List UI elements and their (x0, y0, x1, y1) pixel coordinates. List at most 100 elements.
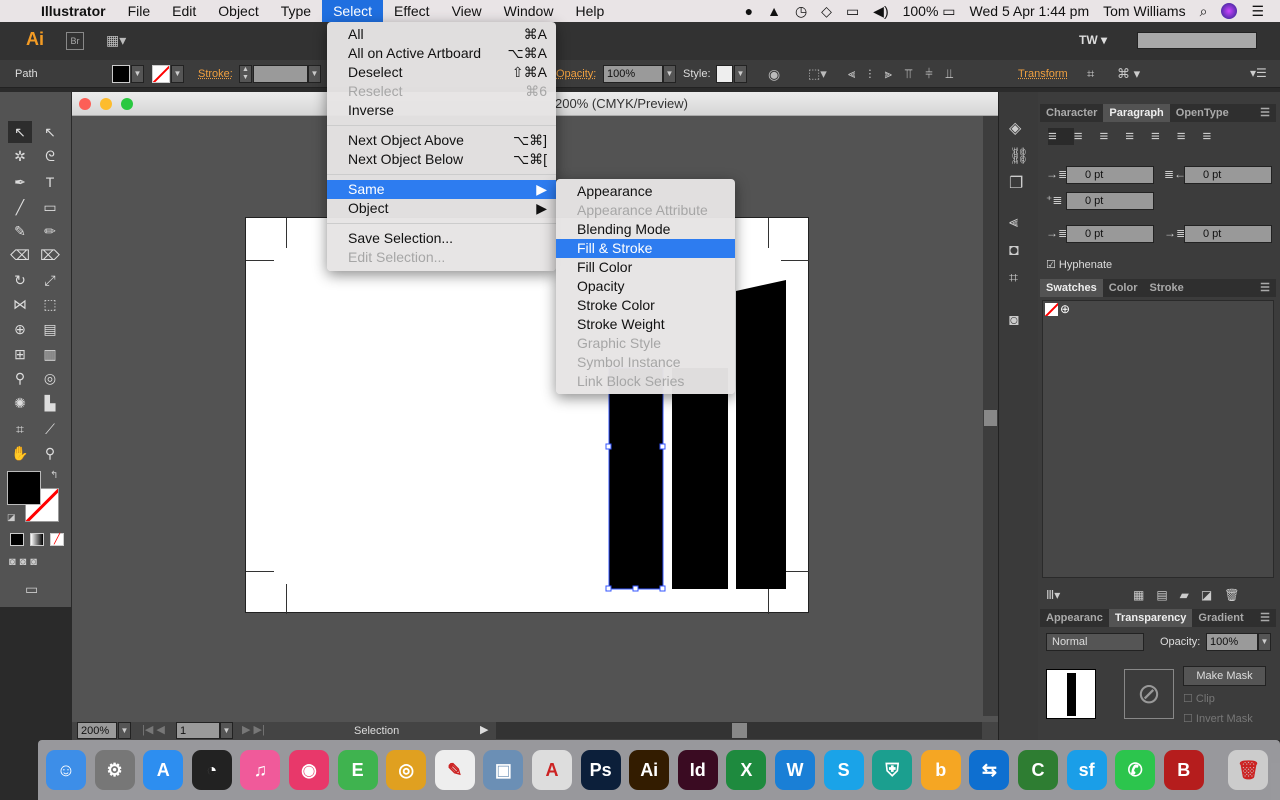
control-menu-icon[interactable]: ▾☰ (1250, 66, 1267, 80)
artboard-dropdown[interactable]: ▼ (220, 722, 233, 739)
dock-illustrator-icon[interactable]: Ai (629, 750, 670, 790)
hyphenate-checkbox[interactable]: ☑ Hyphenate (1046, 258, 1112, 271)
battery-status[interactable]: 100% ▭ (903, 3, 956, 20)
swatch-registration[interactable]: ⊕ (1060, 302, 1070, 316)
menu-select[interactable]: Select (322, 0, 384, 22)
right-indent-field[interactable]: 0 pt (1184, 166, 1272, 184)
submenu-item-fill-stroke[interactable]: Fill & Stroke (556, 239, 735, 258)
user-name[interactable]: Tom Williams (1103, 3, 1185, 19)
submenu-item-symbol-instance[interactable]: Symbol Instance (556, 353, 735, 372)
stroke-label[interactable]: Stroke: (198, 68, 233, 80)
shape-builder-tool-icon[interactable]: ⊕ (8, 318, 32, 340)
clock[interactable]: Wed 5 Apr 1:44 pm (970, 3, 1090, 19)
black-bar[interactable] (672, 368, 728, 589)
dock-system-preferences-icon[interactable]: ⚙ (94, 750, 135, 790)
zoom-tool-icon[interactable]: ⚲ (38, 442, 62, 464)
gradient-mode-icon[interactable] (30, 533, 44, 546)
tab-swatches[interactable]: Swatches (1040, 279, 1103, 297)
dock-trash-icon[interactable]: 🗑 (1228, 750, 1269, 790)
first-artboard-button[interactable]: |◀ ◀ (142, 723, 165, 736)
opacity-field[interactable]: 100% (603, 65, 663, 83)
transform-link[interactable]: Transform (1018, 68, 1068, 80)
drawing-modes-icon[interactable]: ◙◙◙ (9, 556, 41, 568)
dock-shield-icon[interactable]: ⛨ (872, 750, 913, 790)
siri-icon[interactable] (1221, 3, 1238, 19)
drive-status-icon[interactable]: ▲ (767, 3, 781, 19)
dock-indesign-icon[interactable]: Id (677, 750, 718, 790)
layers-panel-icon[interactable]: ◈ (1009, 118, 1021, 138)
dock-whatsapp-icon[interactable]: ✆ (1115, 750, 1156, 790)
blend-mode-select[interactable]: Normal (1046, 633, 1144, 651)
menu-item-object[interactable]: Object ▶ (327, 199, 556, 218)
submenu-item-appearance[interactable]: Appearance (556, 182, 735, 201)
submenu-item-graphic-style[interactable]: Graphic Style (556, 334, 735, 353)
align-to-icon[interactable]: ⬚▾ (808, 66, 827, 82)
stroke-stepper[interactable]: ▲ ▼ (239, 65, 252, 83)
dock-b-app-icon[interactable]: B (1163, 750, 1204, 790)
pathfinder-panel-icon[interactable]: ◘ (1009, 242, 1019, 260)
invert-mask-checkbox[interactable]: ☐ Invert Mask (1183, 712, 1253, 725)
submenu-item-blending-mode[interactable]: Blending Mode (556, 220, 735, 239)
paintbrush-tool-icon[interactable]: ✎ (8, 220, 32, 242)
tab-paragraph[interactable]: Paragraph (1103, 104, 1170, 122)
search-input[interactable] (1137, 32, 1257, 49)
dock-chrome-icon[interactable]: ◎ (386, 750, 427, 790)
scale-tool-icon[interactable]: ⤢ (38, 269, 62, 291)
default-colors-icon[interactable]: ◪ (7, 512, 16, 523)
close-window-button[interactable] (79, 98, 91, 110)
menu-item-inverse[interactable]: Inverse (327, 101, 556, 120)
tab-opentype[interactable]: OpenType (1170, 104, 1235, 122)
free-transform-tool-icon[interactable]: ⬚ (38, 293, 62, 315)
object-thumbnail[interactable] (1046, 669, 1096, 719)
swatch-libraries-icon[interactable]: Ⅲ▾ (1046, 588, 1060, 602)
dock-excel-x-icon[interactable]: X (726, 750, 767, 790)
pen-tool-icon[interactable]: ✒ (8, 171, 32, 193)
dock-behance-icon[interactable]: b (920, 750, 961, 790)
horizontal-scrollbar[interactable] (496, 722, 982, 739)
menu-item-edit-selection[interactable]: Edit Selection... (327, 248, 556, 267)
column-graph-tool-icon[interactable]: ▙ (38, 392, 62, 414)
swatch-actions-icons[interactable]: ▦▤▰◪🗑 (1133, 588, 1251, 602)
transform-panel-icon[interactable]: ⌗ (1009, 270, 1018, 288)
menu-item-all-on-active-artboard[interactable]: All on Active Artboard ⌥⌘A (327, 44, 556, 63)
gradient-tool-icon[interactable]: ▥ (38, 343, 62, 365)
color-mode-icon[interactable] (10, 533, 24, 546)
blend-tool-icon[interactable]: ◎ (38, 367, 62, 389)
opacity-dropdown[interactable]: ▼ (663, 65, 676, 83)
stroke-weight-dropdown[interactable]: ▼ (308, 65, 321, 83)
image-trace-panel-icon[interactable]: ◙ (1009, 312, 1019, 330)
width-tool-icon[interactable]: ⋈ (8, 293, 32, 315)
submenu-item-stroke-weight[interactable]: Stroke Weight (556, 315, 735, 334)
recolor-artwork-icon[interactable]: ◉ (768, 66, 780, 83)
transparency-opacity-dropdown[interactable]: ▼ (1258, 633, 1271, 651)
hand-tool-icon[interactable]: ✋ (8, 442, 32, 464)
dock-app-store-icon[interactable]: A (143, 750, 184, 790)
submenu-item-fill-color[interactable]: Fill Color (556, 258, 735, 277)
bridge-button[interactable]: Br (66, 32, 84, 50)
menu-type[interactable]: Type (270, 0, 322, 22)
airplay-icon[interactable]: ▭ (846, 3, 859, 20)
isolate-icon[interactable]: ⌗ (1087, 66, 1094, 82)
volume-icon[interactable]: ◀) (873, 3, 888, 20)
zoom-level-field[interactable]: 200% (77, 722, 117, 739)
links-panel-icon[interactable]: ⛓ (1009, 146, 1029, 166)
wifi-icon[interactable]: ◇ (821, 3, 832, 20)
dock-textedit-icon[interactable]: ✎ (434, 750, 475, 790)
menu-item-all[interactable]: All ⌘A (327, 25, 556, 44)
submenu-item-stroke-color[interactable]: Stroke Color (556, 296, 735, 315)
align-panel-icon[interactable]: ⫷ (1009, 214, 1018, 232)
minimize-window-button[interactable] (100, 98, 112, 110)
menu-edit[interactable]: Edit (161, 0, 207, 22)
swatch-none[interactable] (1045, 303, 1058, 316)
black-slanted-bar[interactable] (736, 280, 786, 589)
tab-character[interactable]: Character (1040, 104, 1103, 122)
menu-view[interactable]: View (441, 0, 493, 22)
horizontal-scroll-thumb[interactable] (732, 723, 747, 738)
space-after-field[interactable]: 0 pt (1184, 225, 1272, 243)
selected-black-bar[interactable] (608, 367, 664, 590)
rotate-tool-icon[interactable]: ↻ (8, 269, 32, 291)
menu-window[interactable]: Window (493, 0, 565, 22)
symbol-sprayer-tool-icon[interactable]: ✺ (8, 392, 32, 414)
submenu-item-link-block-series[interactable]: Link Block Series (556, 372, 735, 391)
type-tool-icon[interactable]: T (38, 171, 62, 193)
